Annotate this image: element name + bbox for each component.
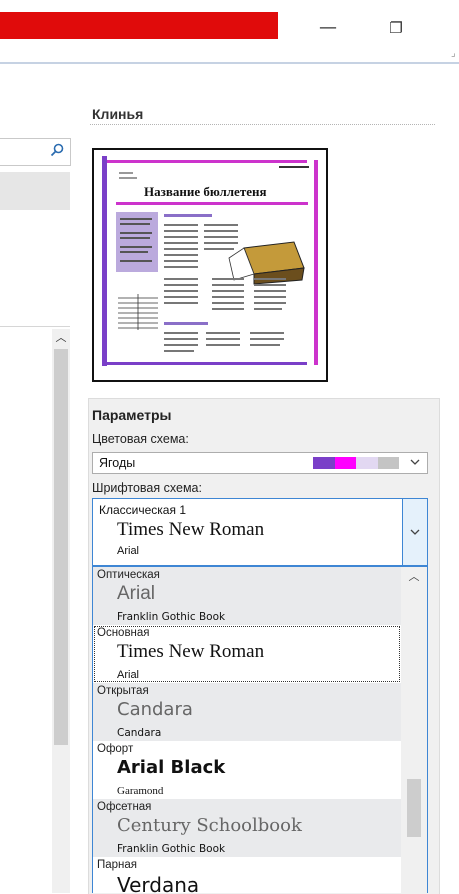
template-preview[interactable]: Название бюллетеня [92,148,328,382]
font-scheme-heading: Arial [117,583,156,604]
font-scheme-name: Офорт [97,743,134,755]
font-scheme-body: Franklin Gothic Book [117,843,226,855]
font-scheme-select[interactable]: Классическая 1 Times New Roman Arial [92,498,428,566]
font-scheme-dropdown-button[interactable] [402,499,427,565]
color-scheme-value: Ягоды [99,456,136,470]
swatch [377,457,399,469]
color-scheme-swatches [313,457,399,469]
font-scheme-name: Открытая [97,685,149,697]
newsletter-preview-image: Название бюллетеня [94,150,326,380]
search-input[interactable] [0,138,71,166]
titlebar-accent [0,12,278,39]
color-scheme-select[interactable]: Ягоды [92,452,428,474]
swatch [313,457,335,469]
swatch [356,457,378,469]
font-scheme-body: Candara [117,727,162,739]
resize-grip-icon[interactable]: ⌟ [451,48,459,59]
search-icon[interactable] [50,143,64,157]
font-scheme-heading: Arial Black [117,757,226,778]
minimize-button[interactable]: — [313,14,343,42]
list-item[interactable]: Открытая Candara Candara [93,683,401,741]
font-scheme-name: Оптическая [97,569,160,581]
left-scrollbar[interactable]: ︿ [52,329,70,893]
parameters-title: Параметры [92,407,172,423]
font-scheme-heading: Times New Roman [117,641,265,662]
list-item[interactable]: Основная Times New Roman Arial [93,625,401,683]
font-scheme-name: Парная [97,859,138,871]
font-scheme-heading: Candara [117,699,193,720]
font-scheme-name: Офсетная [97,801,152,813]
scroll-up-icon[interactable]: ︿ [52,329,70,347]
scroll-up-icon[interactable]: ︿ [401,569,427,585]
pane-title-divider [90,124,435,125]
font-scheme-heading: Verdana [117,873,200,893]
list-item[interactable]: Парная Verdana [93,857,401,893]
scrollbar-thumb[interactable] [407,779,421,837]
list-item[interactable]: Офорт Arial Black Garamond [93,741,401,799]
font-scheme-body: Arial [117,669,140,681]
list-item[interactable]: Оптическая Arial Franklin Gothic Book [93,567,401,625]
newsletter-title: Название бюллетеня [144,184,267,199]
left-pane-selected-item[interactable] [0,172,70,210]
pane-title: Клинья [92,106,144,122]
scrollbar-thumb[interactable] [54,349,68,745]
font-scheme-dropdown-list[interactable]: Оптическая Arial Franklin Gothic Book Ос… [92,566,428,893]
font-scheme-heading: Century Schoolbook [117,815,302,836]
font-scheme-selected-heading: Times New Roman [117,519,265,540]
restore-button[interactable]: ❐ [381,14,411,42]
list-item[interactable]: Офсетная Century Schoolbook Franklin Got… [93,799,401,857]
font-scheme-body: Franklin Gothic Book [117,611,226,623]
font-scheme-selected-body: Arial [117,545,140,557]
font-scheme-label: Шрифтовая схема: [92,481,202,495]
swatch [334,457,356,469]
chevron-down-icon[interactable] [409,525,421,539]
font-scheme-body: Garamond [117,785,164,797]
window-titlebar: — ❐ ⌟ [0,0,459,59]
chevron-down-icon[interactable] [409,455,421,469]
font-scheme-selected-name: Классическая 1 [99,503,186,517]
dropdown-scrollbar[interactable]: ︿ [401,567,427,893]
color-scheme-label: Цветовая схема: [92,432,189,446]
font-scheme-name: Основная [97,627,150,639]
